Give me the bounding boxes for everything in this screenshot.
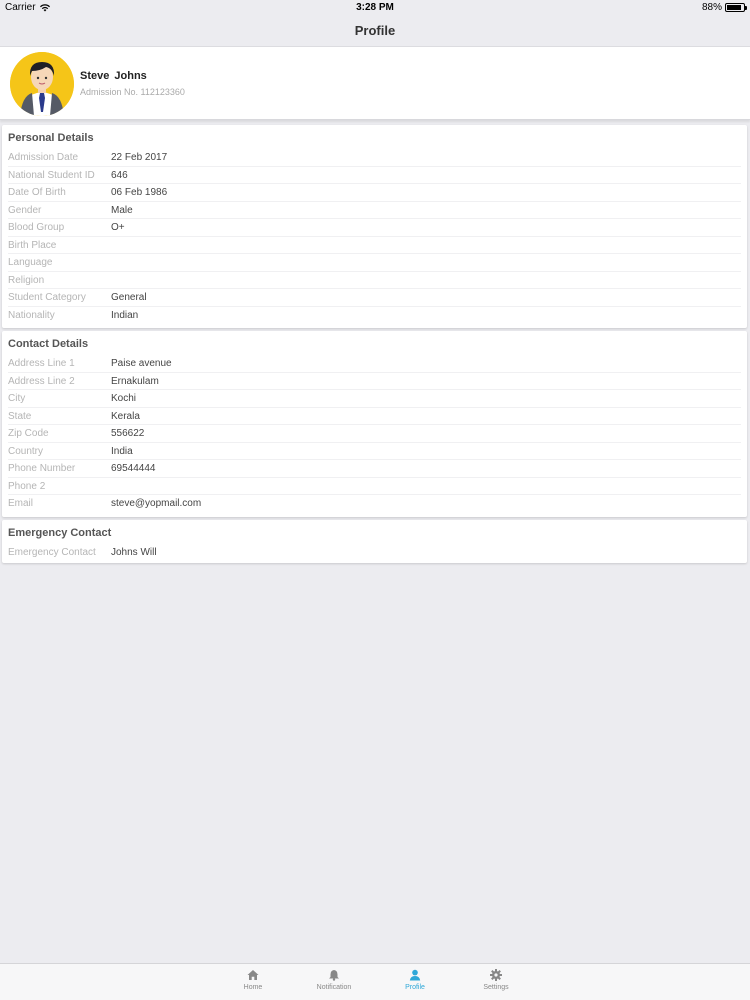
detail-label: Zip Code (8, 428, 49, 439)
detail-row: Religion (8, 272, 741, 289)
home-icon (247, 970, 259, 980)
detail-label: Admission Date (8, 152, 79, 163)
detail-row: Gender Male (8, 202, 741, 219)
detail-row: City Kochi (8, 390, 741, 408)
nav-bar: Profile (0, 16, 750, 47)
detail-row: Birth Place (8, 237, 741, 254)
gear-icon (490, 969, 502, 981)
detail-row: Admission Date 22 Feb 2017 (8, 149, 741, 167)
detail-row: Phone 2 (8, 478, 741, 495)
detail-value: 22 Feb 2017 (111, 152, 168, 163)
tab-settings[interactable]: Settings (461, 969, 531, 991)
tab-bar: Home Notification Profile Settings (0, 963, 750, 1000)
detail-label: Blood Group (8, 222, 65, 233)
battery-percent: 88% (701, 2, 722, 13)
detail-row: State Kerala (8, 408, 741, 425)
detail-label: Phone Number (8, 463, 76, 474)
detail-value: 06 Feb 1986 (111, 187, 168, 198)
detail-label: Address Line 2 (8, 375, 75, 387)
detail-label: City (8, 393, 26, 404)
detail-value: 646 (111, 169, 128, 181)
bell-icon (329, 970, 339, 981)
detail-value: India (111, 445, 133, 457)
admission-number: Admission No. 112123360 (80, 87, 185, 97)
detail-value: Kochi (111, 393, 137, 404)
page-title: Profile (354, 23, 396, 38)
detail-label: National Student ID (8, 169, 95, 181)
personal-details-list: Admission Date 22 Feb 2017 National Studen… (2, 149, 747, 324)
detail-row: Language (8, 254, 741, 272)
detail-value: 69544444 (111, 463, 156, 474)
detail-label: Gender (8, 204, 42, 216)
detail-label: Nationality (8, 309, 55, 321)
section-title: Contact Details (8, 338, 89, 350)
detail-row: Date Of Birth 06 Feb 1986 (8, 184, 741, 202)
battery-indicator: 88% (701, 2, 747, 13)
tab-profile[interactable]: Profile (380, 969, 450, 991)
detail-label: State (8, 410, 32, 422)
tab-notification[interactable]: Notification (299, 969, 369, 991)
detail-label: Address Line 1 (8, 358, 75, 369)
detail-value: Male (111, 204, 133, 216)
detail-row: Emergency Contact Johns Will (8, 544, 741, 562)
avatar (10, 52, 74, 116)
tab-home[interactable]: Home (218, 969, 288, 991)
emergency-contact-section: Emergency Contact Emergency Contact Johns… (2, 520, 747, 563)
detail-row: Zip Code 556622 (8, 425, 741, 443)
detail-row: Blood Group O+ (8, 219, 741, 237)
contact-details-section: Contact Details Address Line 1 Paise aven… (2, 331, 747, 517)
detail-label: Country (8, 445, 44, 457)
detail-value: General (111, 292, 147, 303)
tab-label: Settings (483, 984, 509, 991)
detail-label: Emergency Contact (8, 547, 96, 558)
detail-label: Birth Place (8, 239, 57, 251)
detail-row: Country India (8, 443, 741, 460)
detail-row: Address Line 1 Paise avenue (8, 355, 741, 373)
person-icon (409, 969, 421, 981)
detail-row: National Student ID 646 (8, 167, 741, 184)
detail-value: Ernakulam (111, 375, 159, 387)
personal-details-section: Personal Details Admission Date 22 Feb 20… (2, 125, 747, 328)
clock: 3:28 PM (356, 2, 394, 13)
emergency-contact-list: Emergency Contact Johns Will (2, 544, 747, 562)
section-title: Emergency Contact (8, 527, 112, 539)
status-bar: Carrier 3:28 PM 88% (0, 0, 750, 16)
contact-details-list: Address Line 1 Paise avenue Address Line 2… (2, 355, 747, 513)
detail-value: Johns Will (111, 547, 157, 558)
section-title: Personal Details (8, 132, 94, 144)
detail-label: Date Of Birth (8, 187, 66, 198)
student-avatar-icon (10, 52, 74, 116)
detail-value: Kerala (111, 410, 140, 422)
detail-label: Email (8, 498, 34, 509)
profile-header: Steve Johns Admission No. 112123360 (0, 47, 750, 120)
detail-label: Language (8, 257, 53, 268)
tab-label: Notification (316, 984, 352, 991)
detail-row: Student Category General (8, 289, 741, 307)
detail-value: O+ (111, 222, 125, 233)
detail-value: 556622 (111, 428, 145, 439)
detail-label: Religion (8, 274, 45, 286)
tab-label: Home (243, 984, 263, 991)
detail-row: Address Line 2 Ernakulam (8, 373, 741, 390)
battery-icon (725, 3, 747, 12)
detail-label: Phone 2 (8, 480, 46, 492)
detail-row: Email steve@yopmail.com (8, 495, 741, 513)
detail-value: steve@yopmail.com (111, 498, 202, 509)
detail-row: Phone Number 69544444 (8, 460, 741, 478)
detail-value: Paise avenue (111, 358, 172, 369)
detail-label: Student Category (8, 292, 86, 303)
detail-row: Nationality Indian (8, 307, 741, 325)
student-name: Steve Johns (80, 70, 147, 82)
detail-value: Indian (111, 309, 139, 321)
tab-label: Profile (405, 984, 425, 991)
